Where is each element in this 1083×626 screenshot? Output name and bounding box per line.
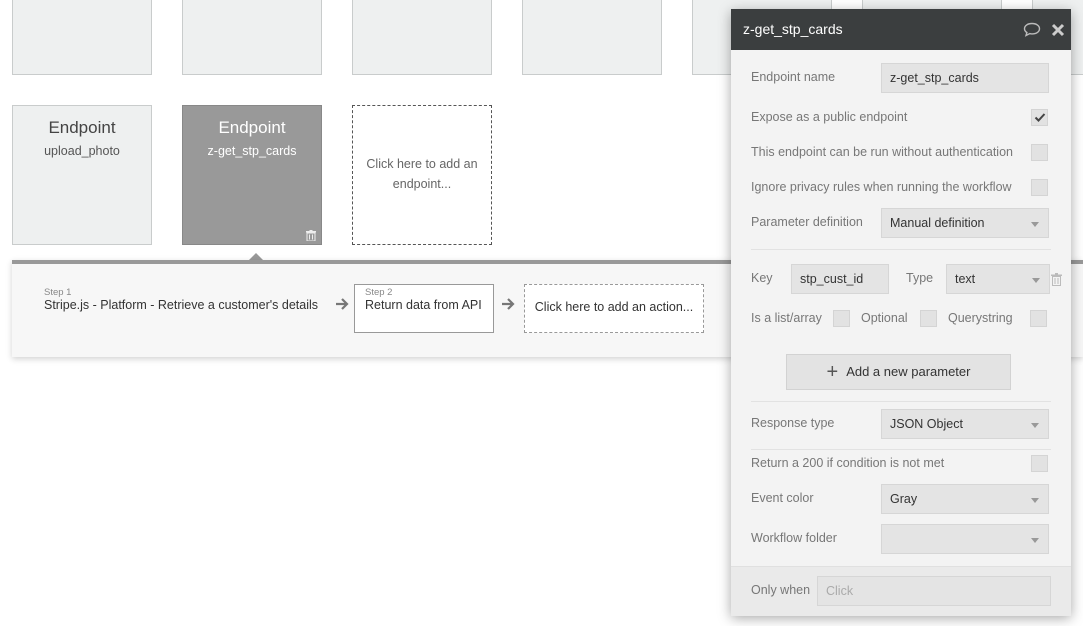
endpoint-card-top-1[interactable] bbox=[12, 0, 152, 75]
comment-icon[interactable] bbox=[1023, 22, 1041, 42]
dropdown-caret-icon bbox=[1031, 222, 1039, 227]
add-action-text: Click here to add an action... bbox=[534, 300, 694, 314]
endpoint-card-title: Endpoint bbox=[48, 118, 116, 137]
endpoint-card-subtitle: z-get_stp_cards bbox=[207, 144, 297, 158]
response-type-dropdown[interactable]: JSON Object bbox=[881, 409, 1049, 439]
param-key-input[interactable]: stp_cust_id bbox=[791, 264, 889, 294]
only-when-label: Only when bbox=[751, 583, 811, 597]
trash-icon[interactable] bbox=[306, 228, 316, 242]
panel-title: z-get_stp_cards bbox=[743, 21, 843, 37]
response-type-value: JSON Object bbox=[890, 417, 963, 431]
response-type-label: Response type bbox=[751, 416, 835, 430]
divider bbox=[751, 249, 1051, 250]
endpoint-name-input[interactable]: z-get_stp_cards bbox=[881, 63, 1049, 93]
dropdown-caret-icon bbox=[1031, 498, 1039, 503]
only-when-placeholder: Click bbox=[826, 584, 854, 598]
add-endpoint-text: Click here to add an endpoint... bbox=[366, 157, 478, 191]
querystring-checkbox[interactable] bbox=[1030, 310, 1047, 327]
workflow-step-1[interactable]: Step 1 Stripe.js - Platform - Retrieve a… bbox=[44, 287, 318, 312]
no-auth-label: This endpoint can be run without authent… bbox=[751, 145, 1013, 159]
is-list-label: Is a list/array bbox=[751, 311, 822, 325]
trash-icon[interactable] bbox=[1051, 273, 1062, 291]
optional-checkbox[interactable] bbox=[920, 310, 937, 327]
close-icon[interactable] bbox=[1051, 23, 1065, 42]
expose-public-checkbox[interactable] bbox=[1031, 109, 1048, 126]
workflow-folder-dropdown[interactable] bbox=[881, 524, 1049, 554]
param-definition-label: Parameter definition bbox=[751, 215, 863, 229]
add-endpoint-card[interactable]: Click here to add an endpoint... bbox=[352, 105, 492, 245]
dropdown-caret-icon bbox=[1032, 278, 1040, 283]
param-key-label: Key bbox=[751, 271, 773, 285]
param-type-dropdown[interactable]: text bbox=[946, 264, 1050, 294]
querystring-label: Querystring bbox=[948, 311, 1013, 325]
add-action-button[interactable]: Click here to add an action... bbox=[524, 284, 704, 333]
divider bbox=[751, 449, 1051, 450]
param-definition-dropdown[interactable]: Manual definition bbox=[881, 208, 1049, 238]
endpoint-card-subtitle: upload_photo bbox=[44, 144, 120, 158]
return-200-label: Return a 200 if condition is not met bbox=[751, 456, 945, 470]
return-200-checkbox[interactable] bbox=[1031, 455, 1048, 472]
event-color-label: Event color bbox=[751, 491, 814, 505]
arrow-right-icon bbox=[501, 297, 515, 315]
selection-caret bbox=[249, 253, 263, 260]
arrow-right-icon bbox=[335, 297, 349, 315]
endpoint-card-top-2[interactable] bbox=[182, 0, 322, 75]
is-list-checkbox[interactable] bbox=[833, 310, 850, 327]
no-auth-checkbox[interactable] bbox=[1031, 144, 1048, 161]
plus-icon: + bbox=[826, 361, 839, 383]
ignore-privacy-label: Ignore privacy rules when running the wo… bbox=[751, 180, 1012, 194]
step-name: Stripe.js - Platform - Retrieve a custom… bbox=[44, 298, 318, 312]
endpoint-card-title: Endpoint bbox=[218, 118, 286, 137]
endpoint-card-upload-photo[interactable]: Endpoint upload_photo bbox=[12, 105, 152, 245]
dropdown-caret-icon bbox=[1031, 538, 1039, 543]
divider bbox=[751, 401, 1051, 402]
step-label: Step 1 bbox=[44, 287, 72, 298]
panel-header: z-get_stp_cards bbox=[731, 9, 1071, 50]
expose-public-label: Expose as a public endpoint bbox=[751, 110, 908, 124]
only-when-input[interactable]: Click bbox=[817, 576, 1051, 606]
endpoint-name-label: Endpoint name bbox=[751, 70, 836, 84]
add-parameter-label: Add a new parameter bbox=[846, 364, 971, 379]
event-color-value: Gray bbox=[890, 492, 918, 506]
workflow-folder-label: Workflow folder bbox=[751, 531, 837, 545]
ignore-privacy-checkbox[interactable] bbox=[1031, 179, 1048, 196]
workflow-step-2[interactable]: Step 2 Return data from API bbox=[354, 284, 494, 333]
param-type-label: Type bbox=[906, 271, 934, 285]
checkmark-icon bbox=[1034, 113, 1046, 122]
event-color-dropdown[interactable]: Gray bbox=[881, 484, 1049, 514]
endpoint-card-top-4[interactable] bbox=[522, 0, 662, 75]
step-name: Return data from API bbox=[365, 298, 482, 312]
endpoint-card-top-3[interactable] bbox=[352, 0, 492, 75]
optional-label: Optional bbox=[861, 311, 908, 325]
property-editor-panel: z-get_stp_cards Endpoint name z-get_stp_… bbox=[731, 9, 1071, 616]
endpoint-card-z-get-stp-cards[interactable]: Endpoint z-get_stp_cards bbox=[182, 105, 322, 245]
add-parameter-button[interactable]: + Add a new parameter bbox=[786, 354, 1011, 390]
panel-footer: Only when Click bbox=[731, 566, 1071, 616]
step-label: Step 2 bbox=[365, 287, 393, 298]
param-definition-value: Manual definition bbox=[890, 216, 985, 230]
param-type-value: text bbox=[955, 272, 976, 286]
dropdown-caret-icon bbox=[1031, 423, 1039, 428]
